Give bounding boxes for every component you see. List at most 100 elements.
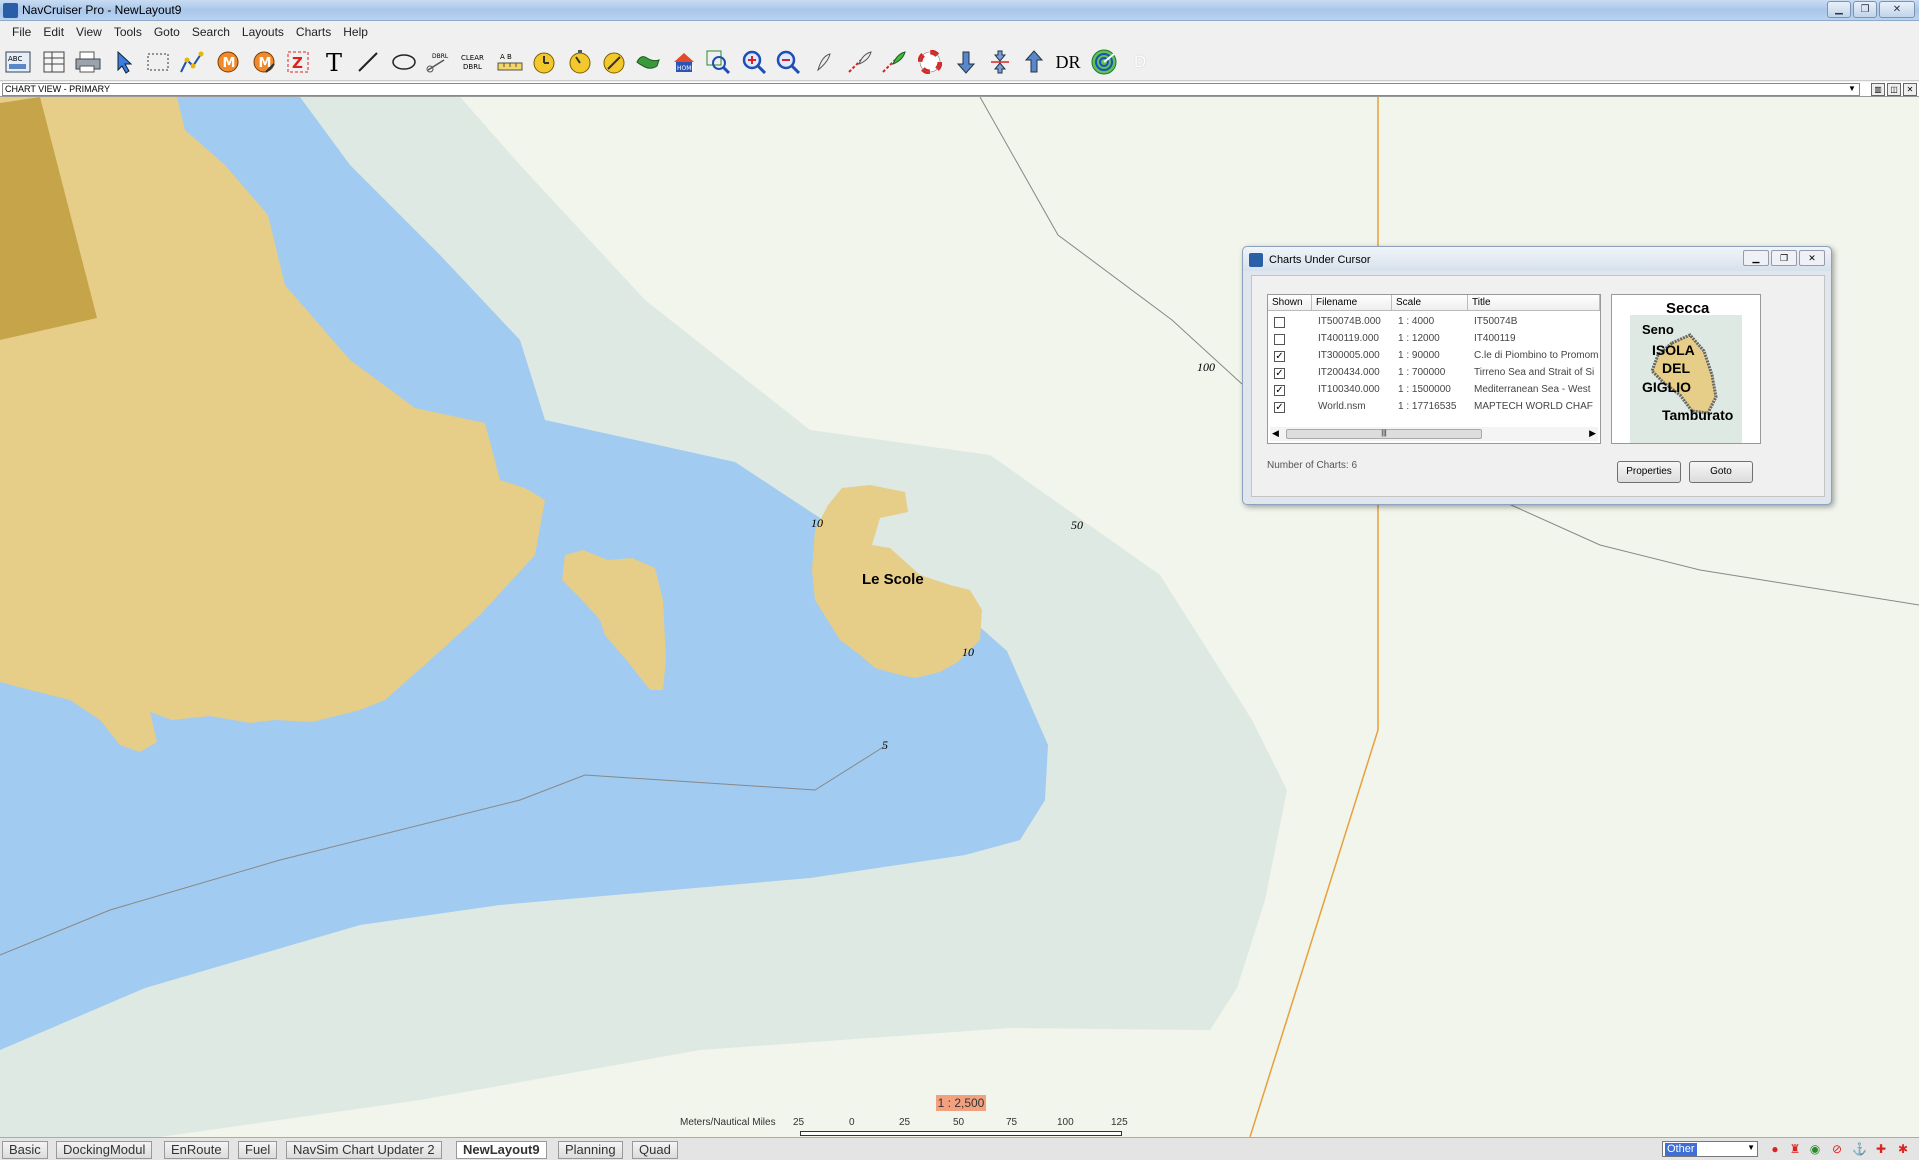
menu-edit[interactable]: Edit — [37, 25, 70, 39]
cell-filename: IT100340.000 — [1318, 384, 1380, 395]
lifebuoy-icon[interactable] — [916, 48, 944, 76]
horizontal-scrollbar[interactable]: ◀ ||| ▶ — [1270, 427, 1598, 441]
anchor-alarm-icon[interactable]: ⚓ — [1852, 1142, 1867, 1156]
column-header-shown[interactable]: Shown — [1268, 295, 1312, 311]
column-header-filename[interactable]: Filename — [1312, 295, 1392, 311]
down-arrow-icon[interactable] — [952, 48, 980, 76]
table-row[interactable]: ✓ IT300005.000 1 : 90000 C.le di Piombino t… — [1268, 348, 1600, 365]
d-icon[interactable]: D — [1126, 48, 1154, 76]
dialog-title-bar[interactable]: Charts Under Cursor ▁ ❐ ✕ — [1243, 247, 1831, 271]
minimize-button[interactable]: ▁ — [1827, 1, 1851, 18]
select-arrow-icon[interactable] — [110, 48, 138, 76]
chevron-down-icon[interactable]: ▼ — [1846, 84, 1858, 95]
print-icon[interactable] — [74, 48, 102, 76]
properties-button[interactable]: Properties — [1617, 461, 1681, 483]
tab-basic[interactable]: Basic — [2, 1141, 48, 1159]
table-icon[interactable] — [40, 48, 68, 76]
shown-checkbox[interactable] — [1274, 334, 1285, 345]
zoom-area-icon[interactable] — [704, 48, 732, 76]
cell-filename: IT300005.000 — [1318, 350, 1380, 361]
menu-view[interactable]: View — [70, 25, 108, 39]
route-icon[interactable] — [178, 48, 206, 76]
timer-edit-icon[interactable] — [600, 48, 628, 76]
tab-enroute[interactable]: EnRoute — [164, 1141, 229, 1159]
tab-fuel[interactable]: Fuel — [238, 1141, 278, 1159]
scroll-left-icon[interactable]: ◀ — [1272, 428, 1279, 439]
dbrl-icon[interactable]: DBRL — [424, 48, 452, 76]
ellipse-tool-icon[interactable] — [390, 48, 418, 76]
record-icon[interactable]: ● — [1768, 1142, 1782, 1156]
menu-tools[interactable]: Tools — [108, 25, 148, 39]
clear-dbrl-icon[interactable]: CLEAR DBRL — [460, 48, 488, 76]
up-arrow-icon[interactable] — [1020, 48, 1048, 76]
rect-select-icon[interactable] — [144, 48, 172, 76]
shown-checkbox[interactable]: ✓ — [1274, 385, 1285, 396]
menu-charts[interactable]: Charts — [290, 25, 337, 39]
maximize-button[interactable]: ❐ — [1853, 1, 1877, 18]
compress-icon[interactable] — [986, 48, 1014, 76]
tab-navsim-chart-updater-2[interactable]: NavSim Chart Updater 2 — [286, 1141, 442, 1159]
view-maximize-button[interactable]: ◫ — [1887, 83, 1901, 96]
track-green-icon[interactable] — [880, 48, 908, 76]
menu-goto[interactable]: Goto — [148, 25, 186, 39]
scroll-right-icon[interactable]: ▶ — [1589, 428, 1596, 439]
menu-help[interactable]: Help — [337, 25, 374, 39]
menu-search[interactable]: Search — [186, 25, 236, 39]
shown-checkbox[interactable]: ✓ — [1274, 351, 1285, 362]
world-icon[interactable] — [634, 48, 662, 76]
view-tile-button[interactable]: ▥ — [1871, 83, 1885, 96]
view-close-button[interactable]: ✕ — [1903, 83, 1917, 96]
close-button[interactable]: ✕ — [1879, 1, 1915, 18]
stop-icon[interactable]: ⊘ — [1830, 1142, 1844, 1156]
timer-start-icon[interactable] — [566, 48, 594, 76]
dialog-maximize-button[interactable]: ❐ — [1771, 250, 1797, 266]
tab-quad[interactable]: Quad — [632, 1141, 678, 1159]
menu-layouts[interactable]: Layouts — [236, 25, 290, 39]
contour-line — [1499, 499, 1919, 606]
table-row[interactable]: IT50074B.000 1 : 4000 IT50074B — [1268, 314, 1600, 331]
chevron-down-icon[interactable]: ▼ — [1747, 1143, 1755, 1152]
vessel-icon[interactable] — [810, 48, 838, 76]
scroll-thumb[interactable]: ||| — [1286, 429, 1482, 439]
chart-view-select[interactable]: CHART VIEW - PRIMARY — [2, 83, 1860, 96]
track-icon[interactable] — [846, 48, 874, 76]
mark-icon[interactable]: M — [214, 48, 242, 76]
home-icon[interactable]: HOME — [670, 48, 698, 76]
menu-file[interactable]: File — [6, 25, 37, 39]
table-row[interactable]: IT400119.000 1 : 12000 IT400119 — [1268, 331, 1600, 348]
zoom-out-icon[interactable] — [774, 48, 802, 76]
goto-button[interactable]: Goto — [1689, 461, 1753, 483]
table-row[interactable]: ✓ IT100340.000 1 : 1500000 Mediterranean Se… — [1268, 382, 1600, 399]
text-tool-icon[interactable]: T — [320, 48, 348, 76]
man-overboard-icon[interactable]: ✚ — [1874, 1142, 1888, 1156]
alarm-icon[interactable]: ♜ — [1788, 1142, 1802, 1156]
column-header-scale[interactable]: Scale — [1392, 295, 1468, 311]
timer-icon[interactable] — [530, 48, 558, 76]
scale-unit-label: Meters/Nautical Miles — [680, 1117, 776, 1128]
table-row[interactable]: ✓ IT200434.000 1 : 700000 Tirreno Sea and S… — [1268, 365, 1600, 382]
status-select[interactable]: Other ▼ — [1662, 1141, 1758, 1157]
tab-dockingmodul[interactable]: DockingModul — [56, 1141, 153, 1159]
tab-planning[interactable]: Planning — [558, 1141, 623, 1159]
dialog-minimize-button[interactable]: ▁ — [1743, 250, 1769, 266]
chart-count: Number of Charts: 6 — [1267, 460, 1358, 471]
svg-text:HOME: HOME — [677, 65, 695, 72]
dr-icon[interactable]: DR — [1054, 48, 1082, 76]
ruler-icon[interactable]: A B — [496, 48, 524, 76]
line-tool-icon[interactable] — [354, 48, 382, 76]
tab-newlayout9[interactable]: NewLayout9 — [456, 1141, 547, 1159]
zone-icon[interactable]: Z — [284, 48, 312, 76]
column-header-title[interactable]: Title — [1468, 295, 1600, 311]
mark-edit-icon[interactable]: M — [250, 48, 278, 76]
abc-icon[interactable]: ABC — [4, 48, 32, 76]
dialog-close-button[interactable]: ✕ — [1799, 250, 1825, 266]
signal-icon[interactable]: ◉ — [1808, 1142, 1822, 1156]
zoom-in-icon[interactable] — [740, 48, 768, 76]
scale-tick-label: 125 — [1111, 1117, 1128, 1128]
table-row[interactable]: ✓ World.nsm 1 : 17716535 MAPTECH WORLD CHAF — [1268, 399, 1600, 416]
shown-checkbox[interactable]: ✓ — [1274, 402, 1285, 413]
shown-checkbox[interactable] — [1274, 317, 1285, 328]
radar-icon[interactable] — [1090, 48, 1118, 76]
weather-icon[interactable]: ✱ — [1896, 1142, 1910, 1156]
shown-checkbox[interactable]: ✓ — [1274, 368, 1285, 379]
